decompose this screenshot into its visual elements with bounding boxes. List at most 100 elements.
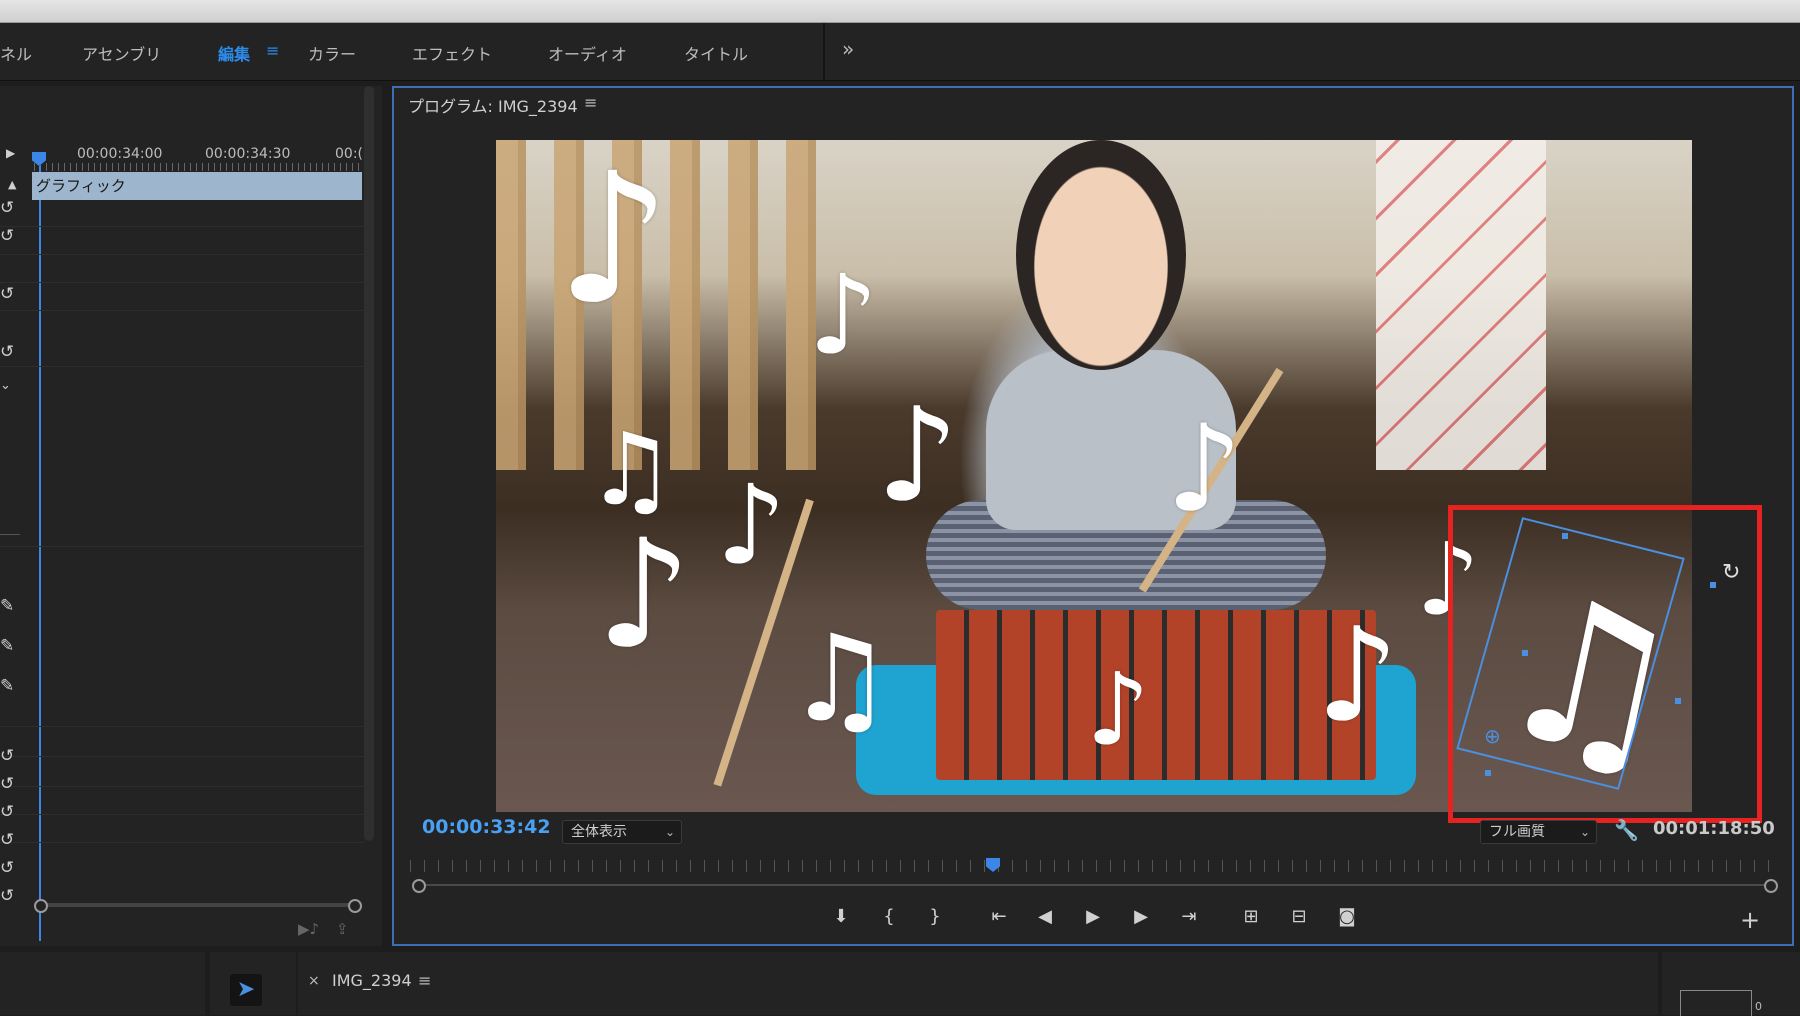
reset-icon[interactable]: ↺ [0,830,14,850]
graphic-clip-bar[interactable]: グラフィック [32,172,362,200]
overwrite-button[interactable]: ⊟ [1284,906,1314,927]
row-divider [0,310,365,311]
zoom-handle-right[interactable] [348,899,362,913]
reset-icon[interactable]: ↺ [0,886,14,906]
scrub-ruler-ticks [410,860,1776,872]
zoom-level-select[interactable]: 全体表示 ⌄ [562,820,682,844]
workspace-tab-edit[interactable]: 編集 [218,41,250,65]
window-titlebar [0,0,1800,23]
row-divider [0,282,365,283]
program-monitor-title[interactable]: プログラム: IMG_2394 [408,93,578,117]
go-to-out-button[interactable]: ⇥ [1174,906,1204,927]
button-editor-add-icon[interactable]: + [1740,906,1760,934]
scrub-bar[interactable] [418,884,1772,886]
chevron-down-icon: ⌄ [664,825,675,839]
eyedropper-icon[interactable]: ✎ [0,676,14,696]
mark-in-button[interactable]: { [874,906,904,927]
workspace-tab-assembly[interactable]: アセンブリ [82,41,161,65]
row-divider [0,254,365,255]
collapse-arrow-icon[interactable]: ▲ [8,178,16,191]
go-to-in-button[interactable]: ⇤ [984,906,1014,927]
selection-tool-icon[interactable]: ➤ [230,974,262,1006]
music-note-graphic: ♪ [876,379,959,531]
panel-menu-icon[interactable]: ≡ [418,971,431,990]
reset-icon[interactable]: ↺ [0,858,14,878]
step-back-button[interactable]: ◀︎ [1030,906,1060,927]
ruler-tick-label: 00:( [335,146,363,162]
close-sequence-icon[interactable]: × [308,973,320,989]
reset-icon[interactable]: ↺ [0,226,14,246]
row-divider [0,226,365,227]
chevron-down-icon: ⌄ [1579,825,1590,839]
playback-quality-select[interactable]: フル画質 ⌄ [1480,820,1597,844]
dropdown-chevron-icon[interactable]: ⌄ [0,378,11,393]
cloth-image-region [1376,140,1546,470]
xylophone-bars-image-region [936,610,1376,780]
play-button[interactable]: ▶ [1078,906,1108,927]
expand-arrow-icon[interactable]: ▶ [6,146,15,160]
duration-timecode: 00:01:18:50 [1653,818,1775,839]
annotation-highlight-rectangle [1448,505,1762,823]
workspace-tab-titles[interactable]: タイトル [684,41,748,65]
playback-quality-value: フル画質 [1489,824,1545,840]
music-note-graphic: ♪ [596,508,692,682]
music-note-graphic: ♪ [716,461,787,589]
timeline-panel [298,952,1658,1015]
settings-wrench-icon[interactable]: 🔧 [1614,818,1639,842]
ruler-tick-label: 00:00:34:30 [205,146,291,162]
workspace-bar: ネル アセンブリ 編集 ≡ カラー エフェクト オーディオ タイトル » [0,23,1800,81]
meter-zero-label: 0 [1755,1000,1762,1013]
row-divider [0,756,365,757]
vertical-scrollbar[interactable] [364,86,374,841]
eyedropper-icon[interactable]: ✎ [0,596,14,616]
music-note-graphic: ♫ [586,411,676,528]
ruler-tick-label: 00:00:34:00 [77,146,163,162]
reset-icon[interactable]: ↺ [0,198,14,218]
insert-button[interactable]: ⊞ [1236,906,1266,927]
horizontal-zoom-scrollbar[interactable] [38,903,356,907]
row-divider [0,786,365,787]
music-note-graphic: ♪ [1166,400,1243,539]
reset-icon[interactable]: ↺ [0,284,14,304]
mark-out-button[interactable]: } [920,906,950,927]
music-note-graphic: ♪ [1086,651,1150,768]
filter-audio-icon[interactable]: ▶♪ [298,920,319,938]
sequence-tab-title[interactable]: IMG_2394 [332,971,412,990]
scrub-zoom-handle-right[interactable] [1764,879,1778,893]
music-note-graphic: ♪ [1316,599,1399,751]
step-forward-button[interactable]: ▶︎ [1126,906,1156,927]
workspace-tab-color[interactable]: カラー [308,41,356,65]
music-note-graphic: ♪ [556,140,671,344]
workspace-divider [823,23,825,80]
audio-meter [1680,990,1752,1016]
export-icon[interactable]: ⇪ [336,920,349,938]
music-note-graphic: ♪ [808,251,879,379]
eyedropper-icon[interactable]: ✎ [0,636,14,656]
child-head-image-region [1016,140,1186,370]
add-marker-button[interactable]: ⬇ [826,906,856,927]
project-panel [0,952,205,1015]
reset-icon[interactable]: ↺ [0,774,14,794]
music-note-graphic: ♫ [786,610,894,749]
workspace-menu-icon[interactable]: ≡ [266,41,279,60]
zoom-level-value: 全体表示 [571,824,627,840]
row-divider [0,366,365,367]
workspace-overflow-button[interactable]: » [842,37,854,61]
reset-icon[interactable]: ↺ [0,342,14,362]
row-divider [0,546,365,547]
workspace-tab-effects[interactable]: エフェクト [412,41,492,65]
effect-controls-panel: ▶ 00:00:34:00 00:00:34:30 00:( ▲ グラフィック … [0,86,382,946]
divider [0,534,20,535]
panel-menu-icon[interactable]: ≡ [584,93,597,112]
workspace-tab-audio[interactable]: オーディオ [548,41,627,65]
workspace-tab-panels[interactable]: ネル [0,41,32,65]
export-frame-camera-icon[interactable]: ◙ [1332,906,1362,927]
ruler-ticks [34,163,364,171]
playhead-timecode[interactable]: 00:00:33:42 [422,816,551,838]
reset-icon[interactable]: ↺ [0,746,14,766]
scrub-zoom-handle-left[interactable] [412,879,426,893]
row-divider [0,814,365,815]
reset-icon[interactable]: ↺ [0,802,14,822]
zoom-handle-left[interactable] [34,899,48,913]
row-divider [0,842,365,843]
